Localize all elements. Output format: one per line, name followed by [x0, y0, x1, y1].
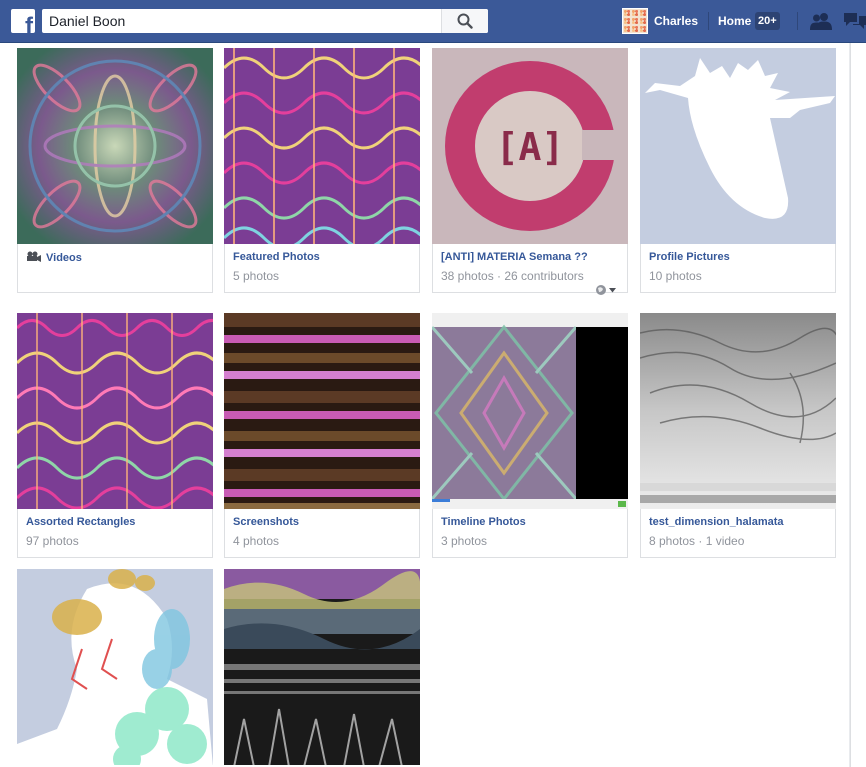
glitch-photo-image: [224, 569, 420, 765]
right-sidebar: [850, 43, 866, 767]
album-caption: Featured Photos 5 photos: [224, 244, 420, 293]
album-title[interactable]: Profile Pictures: [649, 251, 730, 263]
thumbnail-text: [A]: [496, 125, 565, 169]
album-thumbnail[interactable]: [A]: [432, 48, 628, 244]
stereogram-image: [17, 313, 213, 509]
profile-silhouette-image: [640, 48, 836, 244]
user-name: Charles: [654, 14, 699, 28]
search-icon: [457, 13, 473, 29]
video-camera-icon: [27, 251, 41, 262]
album-title[interactable]: test_dimension_halamata: [649, 516, 784, 528]
avatar: [622, 8, 648, 34]
globe-privacy-icon[interactable]: [595, 284, 617, 296]
album-thumbnail[interactable]: [640, 313, 836, 509]
album-thumbnail[interactable]: [224, 569, 420, 765]
home-link[interactable]: Home: [718, 14, 751, 28]
album-thumbnail[interactable]: [224, 48, 420, 244]
album-thumbnail[interactable]: [640, 48, 836, 244]
stereogram-image: [224, 48, 420, 244]
album-title[interactable]: [ANTI] MATERIA Semana ??: [441, 251, 588, 263]
home-notification-badge: 20+: [755, 12, 780, 30]
glitch-stripes-image: [224, 313, 420, 509]
album-title[interactable]: Assorted Rectangles: [26, 516, 135, 528]
top-navigation-bar: f Charles Home 20+: [0, 0, 866, 43]
album-thumbnail[interactable]: [17, 313, 213, 509]
album-thumbnail[interactable]: [432, 313, 628, 509]
album-title[interactable]: Timeline Photos: [441, 516, 526, 528]
album-title[interactable]: Screenshots: [233, 516, 299, 528]
album-count: 97 photos: [26, 534, 79, 548]
messages-icon[interactable]: [844, 12, 866, 30]
album-caption: test_dimension_halamata 8 photos · 1 vid…: [640, 509, 836, 558]
album-count: 38 photos · 26 contributors: [441, 269, 584, 283]
album-thumbnail[interactable]: [17, 569, 213, 765]
facebook-logo-icon[interactable]: f: [11, 9, 35, 33]
nav-divider: [708, 12, 709, 30]
search-box: [42, 9, 488, 33]
friend-requests-icon[interactable]: [809, 12, 833, 30]
search-input[interactable]: [42, 9, 445, 33]
nav-divider: [797, 12, 798, 30]
album-thumbnail[interactable]: [224, 313, 420, 509]
profile-link[interactable]: Charles: [622, 8, 698, 34]
album-caption: Videos: [17, 244, 213, 293]
psychedelic-image: [17, 48, 213, 244]
grayscale-texture-image: [640, 313, 836, 509]
album-caption: Timeline Photos 3 photos: [432, 509, 628, 558]
album-caption: Profile Pictures 10 photos: [640, 244, 836, 293]
search-button[interactable]: [441, 9, 488, 33]
abstract-head-image: [17, 569, 213, 765]
screen-capture-image: [432, 313, 628, 509]
album-count: 4 photos: [233, 534, 280, 548]
album-thumbnail[interactable]: [17, 48, 213, 244]
albums-grid: Videos Featured Photos 5 photos [A] [ANT…: [0, 43, 849, 767]
album-title[interactable]: Videos: [26, 251, 82, 264]
album-count: 3 photos: [441, 534, 488, 548]
album-caption: Screenshots 4 photos: [224, 509, 420, 558]
anti-materia-image: [A]: [432, 48, 628, 244]
album-caption: Assorted Rectangles 97 photos: [17, 509, 213, 558]
album-count: 8 photos · 1 video: [649, 534, 745, 548]
album-count: 5 photos: [233, 269, 280, 283]
album-count: 10 photos: [649, 269, 702, 283]
album-title[interactable]: Featured Photos: [233, 251, 320, 263]
album-caption: [ANTI] MATERIA Semana ?? 38 photos · 26 …: [432, 244, 628, 296]
